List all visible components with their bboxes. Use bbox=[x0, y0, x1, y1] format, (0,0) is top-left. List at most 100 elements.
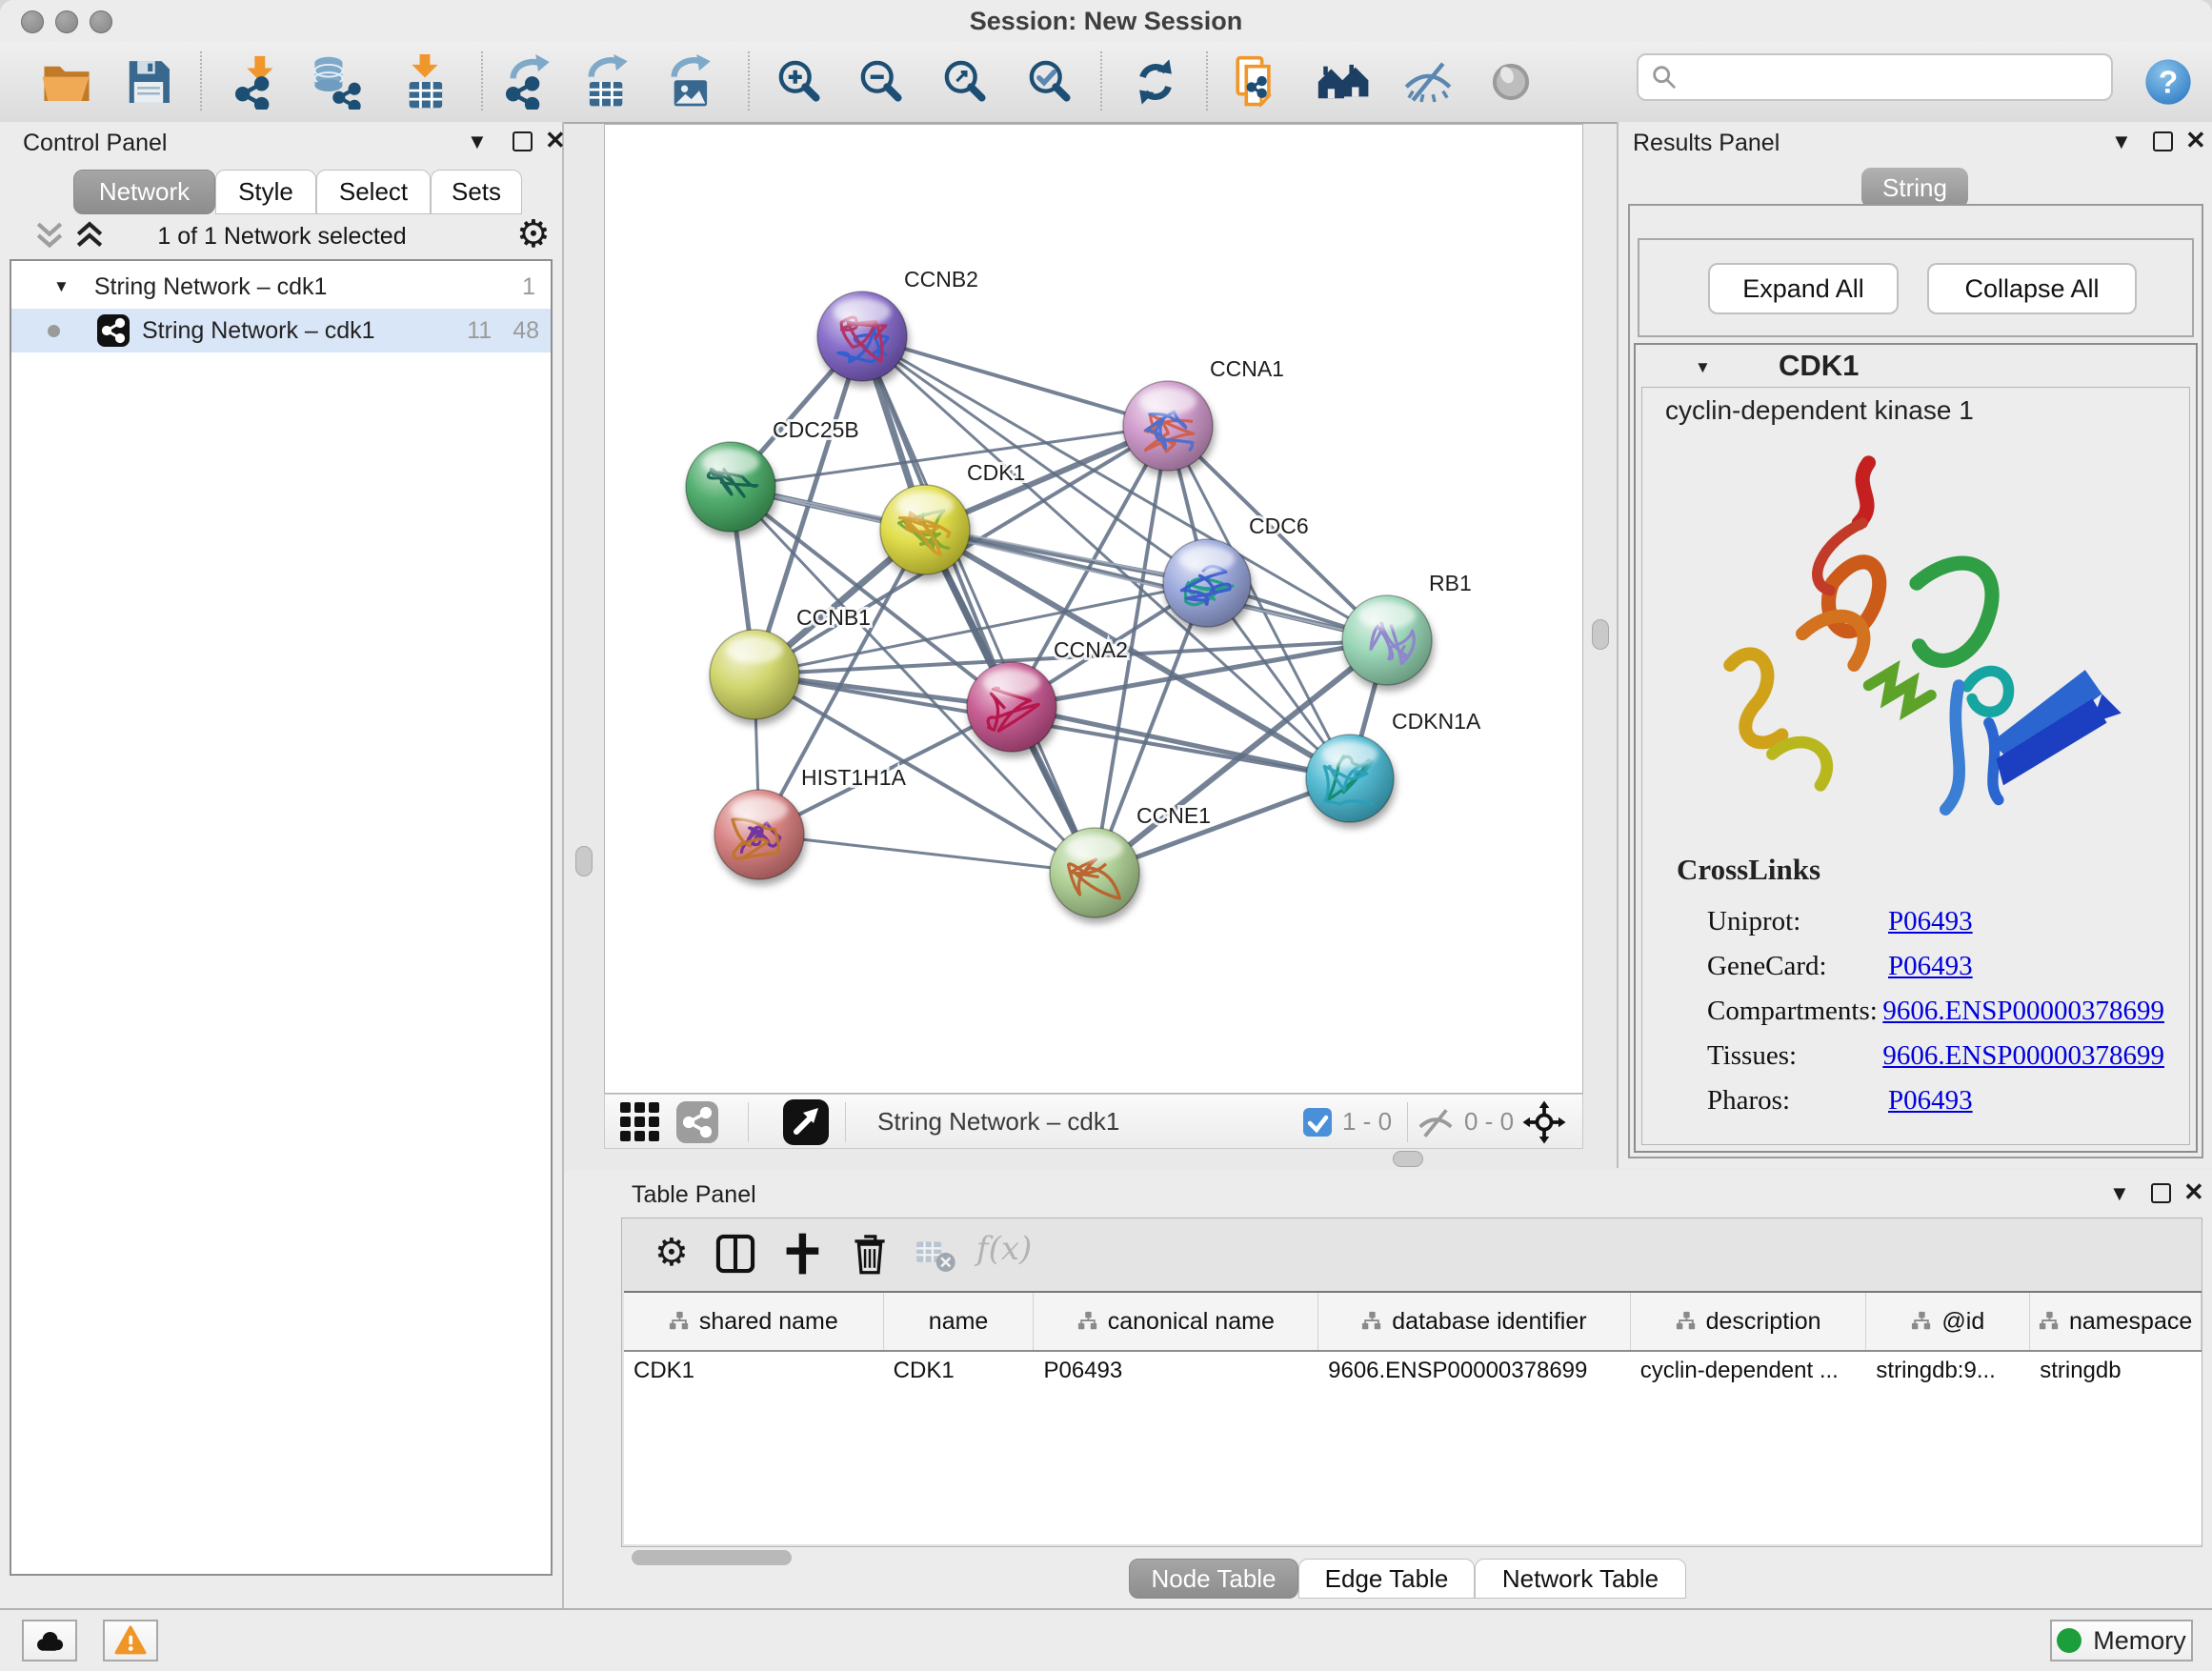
function-builder-button[interactable]: f(x) bbox=[976, 1230, 1032, 1268]
column-header-description[interactable]: description bbox=[1631, 1293, 1867, 1350]
apply-style-button[interactable] bbox=[1119, 48, 1192, 116]
tab-sets[interactable]: Sets bbox=[431, 170, 522, 214]
network-node[interactable] bbox=[714, 790, 804, 879]
edge-line[interactable] bbox=[862, 336, 1168, 426]
horizontal-scrollbar-thumb[interactable] bbox=[632, 1550, 792, 1565]
expand-all-button[interactable]: Expand All bbox=[1708, 263, 1899, 314]
add-column-icon[interactable] bbox=[780, 1232, 824, 1276]
panel-menu-icon[interactable]: ▼ bbox=[2111, 131, 2132, 152]
float-panel-icon[interactable] bbox=[513, 131, 533, 151]
gloss-highlight bbox=[1179, 546, 1236, 573]
tab-style[interactable]: Style bbox=[215, 170, 316, 214]
show-columns-icon[interactable] bbox=[714, 1232, 757, 1276]
home-layouts-button[interactable] bbox=[1308, 48, 1380, 116]
edge-line[interactable] bbox=[1012, 707, 1350, 778]
splitter-handle[interactable] bbox=[1592, 619, 1609, 650]
show-all-button[interactable] bbox=[1475, 48, 1547, 116]
network-canvas[interactable]: CCNB2CCNA1CDC25BCDK1CDC6RB1CCNB1CCNA2CDK… bbox=[604, 124, 1583, 1094]
network-node[interactable] bbox=[710, 630, 799, 719]
save-session-button[interactable] bbox=[112, 48, 185, 116]
network-node[interactable] bbox=[686, 442, 775, 532]
search-field[interactable] bbox=[1637, 53, 2113, 101]
column-header-name[interactable]: name bbox=[884, 1293, 1035, 1350]
help-button[interactable]: ? bbox=[2132, 48, 2204, 116]
gloss-highlight bbox=[731, 796, 788, 823]
import-network-button[interactable] bbox=[222, 48, 294, 116]
crosslink-value-link[interactable]: P06493 bbox=[1888, 906, 1973, 937]
string-settings-icon[interactable] bbox=[675, 1100, 719, 1144]
edge-line[interactable] bbox=[862, 336, 1095, 873]
network-node[interactable] bbox=[1163, 539, 1251, 627]
network-node[interactable] bbox=[967, 662, 1056, 752]
open-session-button[interactable] bbox=[30, 48, 103, 116]
import-database-button[interactable] bbox=[301, 48, 373, 116]
network-node[interactable] bbox=[817, 292, 907, 381]
network-node[interactable] bbox=[880, 485, 970, 574]
toolbar-separator bbox=[748, 1102, 749, 1142]
column-header-shared-name[interactable]: shared name bbox=[624, 1293, 884, 1350]
export-table-button[interactable] bbox=[571, 48, 643, 116]
zoom-out-button[interactable] bbox=[846, 48, 918, 116]
crosslink-value-link[interactable]: P06493 bbox=[1888, 951, 1973, 982]
hide-selected-button[interactable] bbox=[1392, 48, 1464, 116]
birdseye-grid-icon[interactable] bbox=[618, 1100, 662, 1144]
table-cell: CDK1 bbox=[884, 1352, 1035, 1396]
zoom-fit-button[interactable] bbox=[930, 48, 1002, 116]
tab-network[interactable]: Network bbox=[73, 170, 215, 214]
crosslink-value-link[interactable]: P06493 bbox=[1888, 1085, 1973, 1117]
string-query-button[interactable] bbox=[1222, 48, 1295, 116]
collapse-triangle-icon[interactable]: ▼ bbox=[53, 277, 70, 296]
tab-edge-table[interactable]: Edge Table bbox=[1298, 1559, 1475, 1599]
column-header-namespace[interactable]: namespace bbox=[2030, 1293, 2202, 1350]
export-image-button[interactable] bbox=[654, 48, 726, 116]
cloud-button[interactable] bbox=[22, 1620, 77, 1661]
network-canvas-svg[interactable]: CCNB2CCNA1CDC25BCDK1CDC6RB1CCNB1CCNA2CDK… bbox=[605, 125, 1582, 1093]
close-panel-icon[interactable]: ✕ bbox=[545, 130, 566, 151]
export-network-button[interactable] bbox=[493, 48, 565, 116]
crosslink-row: GeneCard:P06493 bbox=[1707, 951, 2164, 982]
network-row-selected[interactable]: String Network – cdk1 11 48 bbox=[11, 309, 551, 352]
pan-crosshair-icon[interactable] bbox=[1521, 1099, 1567, 1145]
column-header--id[interactable]: @id bbox=[1866, 1293, 2030, 1350]
gear-icon[interactable]: ⚙ bbox=[516, 215, 551, 253]
splitter-handle[interactable] bbox=[575, 846, 593, 876]
edge-line[interactable] bbox=[759, 835, 1095, 873]
delete-table-icon[interactable] bbox=[914, 1236, 957, 1276]
network-collection-row[interactable]: ▼ String Network – cdk1 1 bbox=[11, 265, 551, 309]
selected-checkbox-icon[interactable] bbox=[1302, 1107, 1333, 1137]
collection-count: 1 bbox=[522, 273, 535, 301]
warnings-button[interactable] bbox=[103, 1620, 158, 1661]
tab-network-table[interactable]: Network Table bbox=[1475, 1559, 1686, 1599]
tab-string[interactable]: String bbox=[1861, 168, 1968, 208]
node-count: 11 bbox=[467, 317, 492, 345]
open-in-window-icon[interactable] bbox=[782, 1098, 830, 1146]
zoom-in-button[interactable] bbox=[764, 48, 836, 116]
crosslink-value-link[interactable]: 9606.ENSP00000378699 bbox=[1882, 1040, 2164, 1072]
close-panel-icon[interactable]: ✕ bbox=[2183, 1181, 2204, 1202]
memory-button[interactable]: Memory bbox=[2050, 1620, 2193, 1661]
network-node[interactable] bbox=[1123, 381, 1213, 471]
column-header-database-identifier[interactable]: database identifier bbox=[1318, 1293, 1631, 1350]
column-header-canonical-name[interactable]: canonical name bbox=[1034, 1293, 1318, 1350]
network-node[interactable] bbox=[1306, 735, 1394, 822]
splitter-handle[interactable] bbox=[1393, 1151, 1423, 1167]
network-node[interactable] bbox=[1342, 595, 1432, 685]
table-row[interactable]: CDK1CDK1P064939606.ENSP00000378699cyclin… bbox=[624, 1352, 2202, 1396]
panel-menu-icon[interactable]: ▼ bbox=[2109, 1183, 2130, 1204]
panel-menu-icon[interactable]: ▼ bbox=[467, 131, 488, 152]
table-settings-gear-icon[interactable]: ⚙ bbox=[654, 1234, 689, 1272]
import-table-button[interactable] bbox=[389, 48, 461, 116]
network-node[interactable] bbox=[1050, 828, 1139, 917]
save-floppy-icon bbox=[123, 56, 174, 108]
float-panel-icon[interactable] bbox=[2151, 1183, 2171, 1203]
collapse-all-button[interactable]: Collapse All bbox=[1927, 263, 2137, 314]
delete-column-trash-icon[interactable] bbox=[849, 1232, 891, 1276]
float-panel-icon[interactable] bbox=[2153, 131, 2173, 151]
tab-select[interactable]: Select bbox=[316, 170, 431, 214]
crosslink-value-link[interactable]: 9606.ENSP00000378699 bbox=[1882, 996, 2164, 1027]
close-panel-icon[interactable]: ✕ bbox=[2185, 130, 2206, 151]
search-input[interactable] bbox=[1688, 59, 2101, 93]
tab-node-table[interactable]: Node Table bbox=[1129, 1559, 1298, 1599]
section-collapse-icon[interactable]: ▼ bbox=[1695, 358, 1711, 377]
zoom-selected-button[interactable] bbox=[1015, 48, 1087, 116]
